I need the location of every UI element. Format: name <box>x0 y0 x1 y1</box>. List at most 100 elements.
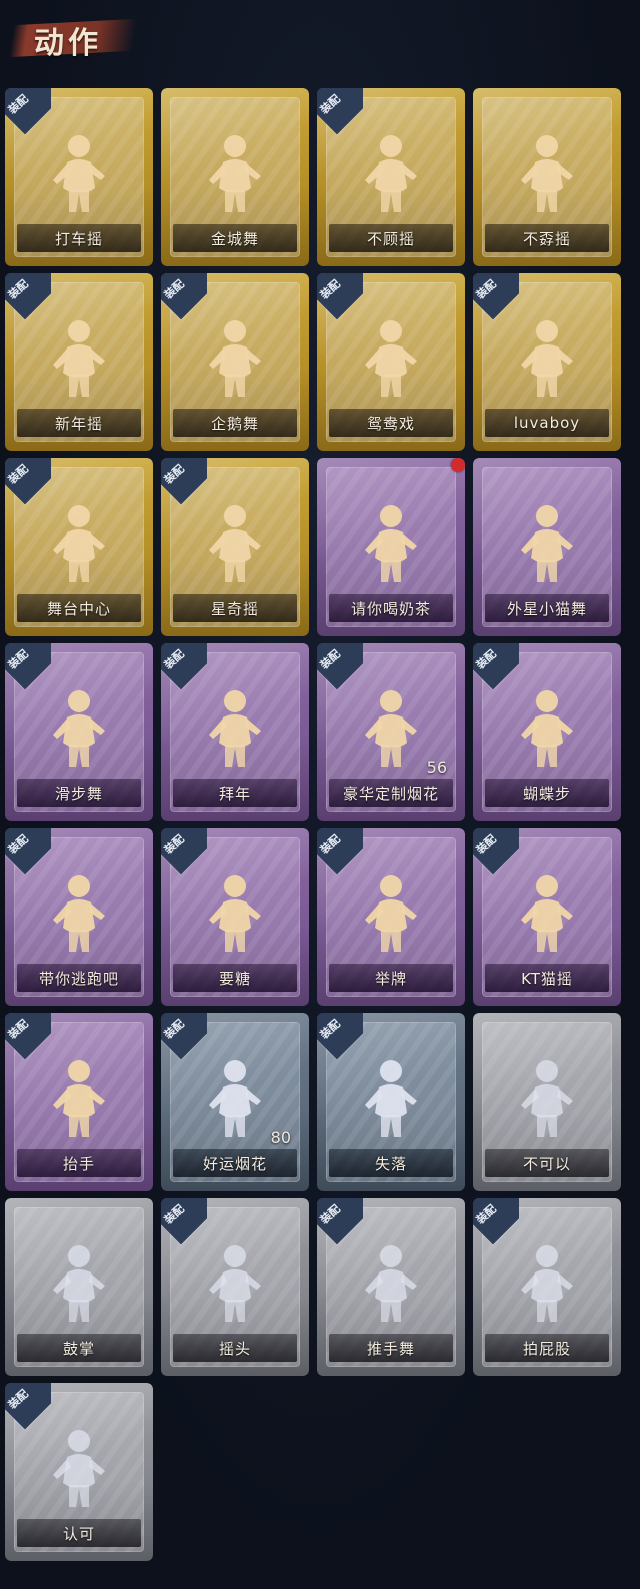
shake-head-icon <box>195 1238 275 1328</box>
emote-card[interactable]: 装配舞台中心 <box>5 458 153 636</box>
emote-card[interactable]: 金城舞 <box>161 88 309 266</box>
emote-card[interactable]: 装配打车摇 <box>5 88 153 266</box>
card-label-bar: 新年摇 <box>17 409 141 437</box>
card-label-bar: 摇头 <box>173 1334 297 1362</box>
emote-card[interactable]: 装配 鸳鸯戏 <box>317 273 465 451</box>
emote-name: luvaboy <box>513 414 581 432</box>
greeting-pose-icon <box>195 683 275 773</box>
dance-pose-icon <box>195 313 275 403</box>
slap-icon <box>507 1238 587 1328</box>
emote-name: 不顾摇 <box>366 229 415 248</box>
card-label-bar: 豪华定制烟花 <box>329 779 453 807</box>
emote-name: 打车摇 <box>54 229 103 248</box>
equipped-badge: 装配 <box>473 1198 519 1244</box>
card-label-bar: 滑步舞 <box>17 779 141 807</box>
emote-name: 拍屁股 <box>522 1339 571 1358</box>
equipped-badge: 装配 <box>161 1013 207 1059</box>
emote-card[interactable]: 装配 滑步舞 <box>5 643 153 821</box>
emote-card[interactable]: 装配 KT猫摇 <box>473 828 621 1006</box>
card-label-bar: 拜年 <box>173 779 297 807</box>
emote-card[interactable]: 装配拍屁股 <box>473 1198 621 1376</box>
emote-name: 舞台中心 <box>46 599 111 618</box>
emote-card[interactable]: 装配摇头 <box>161 1198 309 1376</box>
page-title: 动作 <box>34 26 102 61</box>
emote-card[interactable]: 装配 要糖 <box>161 828 309 1006</box>
equipped-badge: 装配 <box>161 273 207 319</box>
card-label-bar: KT猫摇 <box>485 964 609 992</box>
equipped-badge: 装配 <box>161 1198 207 1244</box>
dance-pose-icon <box>39 313 119 403</box>
emote-name: 外星小猫舞 <box>506 599 587 618</box>
equipped-label: 装配 <box>473 1202 499 1227</box>
emote-card[interactable]: 装配 luvaboy <box>473 273 621 451</box>
emote-card[interactable]: 外星小猫舞 <box>473 458 621 636</box>
equipped-label: 装配 <box>5 1017 31 1042</box>
equipped-label: 装配 <box>161 462 187 487</box>
emote-name: 不可以 <box>522 1154 571 1173</box>
emote-card[interactable]: 装配不顾摇 <box>317 88 465 266</box>
dance-pose-icon <box>195 128 275 218</box>
emote-name: 豪华定制烟花 <box>342 784 439 803</box>
emote-card[interactable]: 不孬摇 <box>473 88 621 266</box>
equipped-badge: 装配 <box>5 458 51 504</box>
card-label-bar: 不孬摇 <box>485 224 609 252</box>
raise-hand-icon <box>39 1053 119 1143</box>
emote-card[interactable]: 装配 80 好运烟花 <box>161 1013 309 1191</box>
equipped-label: 装配 <box>161 277 187 302</box>
equipped-badge: 装配 <box>5 828 51 874</box>
equipped-badge: 装配 <box>161 828 207 874</box>
card-label-bar: 金城舞 <box>173 224 297 252</box>
equipped-label: 装配 <box>473 277 499 302</box>
equipped-label: 装配 <box>5 1387 31 1412</box>
emote-name: 认可 <box>62 1524 95 1543</box>
card-label-bar: 认可 <box>17 1519 141 1547</box>
emote-card[interactable]: 装配 失落 <box>317 1013 465 1191</box>
emote-name: 企鹅舞 <box>210 414 259 433</box>
emote-card[interactable]: 装配企鹅舞 <box>161 273 309 451</box>
emote-card[interactable]: 装配 56 豪华定制烟花 <box>317 643 465 821</box>
equipped-label: 装配 <box>161 1202 187 1227</box>
emote-name: 抬手 <box>62 1154 95 1173</box>
emote-card[interactable]: 装配 蝴蝶步 <box>473 643 621 821</box>
dance-pose-icon <box>195 498 275 588</box>
emote-card[interactable]: 鼓掌 <box>5 1198 153 1376</box>
dance-pose-icon <box>351 128 431 218</box>
card-label-bar: 不可以 <box>485 1149 609 1177</box>
emote-name: 蝴蝶步 <box>522 784 571 803</box>
card-label-bar: 举牌 <box>329 964 453 992</box>
emote-name: 推手舞 <box>366 1339 415 1358</box>
dance-pose-icon <box>39 498 119 588</box>
equipped-label: 装配 <box>473 832 499 857</box>
reach-out-icon <box>195 868 275 958</box>
emote-card[interactable]: 装配 带你逃跑吧 <box>5 828 153 1006</box>
equipped-badge: 装配 <box>317 643 363 689</box>
card-label-bar: 请你喝奶茶 <box>329 594 453 622</box>
emote-card[interactable]: 装配 推手舞 <box>317 1198 465 1376</box>
emote-card[interactable]: 装配 举牌 <box>317 828 465 1006</box>
equipped-label: 装配 <box>5 832 31 857</box>
emote-card[interactable]: 装配抬手 <box>5 1013 153 1191</box>
equipped-label: 装配 <box>5 92 31 117</box>
new-indicator-dot <box>451 458 465 472</box>
emote-card[interactable]: 不可以 <box>473 1013 621 1191</box>
equipped-label: 装配 <box>317 92 343 117</box>
card-label-bar: 鼓掌 <box>17 1334 141 1362</box>
equipped-badge: 装配 <box>317 1013 363 1059</box>
emote-name: 星奇摇 <box>210 599 259 618</box>
card-label-bar: 星奇摇 <box>173 594 297 622</box>
emote-card[interactable]: 请你喝奶茶 <box>317 458 465 636</box>
dance-pose-icon <box>39 868 119 958</box>
equipped-label: 装配 <box>161 1017 187 1042</box>
emote-card[interactable]: 装配 拜年 <box>161 643 309 821</box>
emote-card[interactable]: 装配星奇摇 <box>161 458 309 636</box>
emote-name: 好运烟花 <box>202 1154 267 1173</box>
dance-pose-icon <box>507 313 587 403</box>
equipped-label: 装配 <box>317 647 343 672</box>
dance-pose-icon <box>351 313 431 403</box>
emote-name: 金城舞 <box>210 229 259 248</box>
push-hands-icon <box>351 1238 431 1328</box>
emote-card[interactable]: 装配 新年摇 <box>5 273 153 451</box>
milk-tea-sign-icon <box>351 498 431 588</box>
firework-can-icon <box>195 1053 275 1143</box>
emote-card[interactable]: 装配认可 <box>5 1383 153 1561</box>
